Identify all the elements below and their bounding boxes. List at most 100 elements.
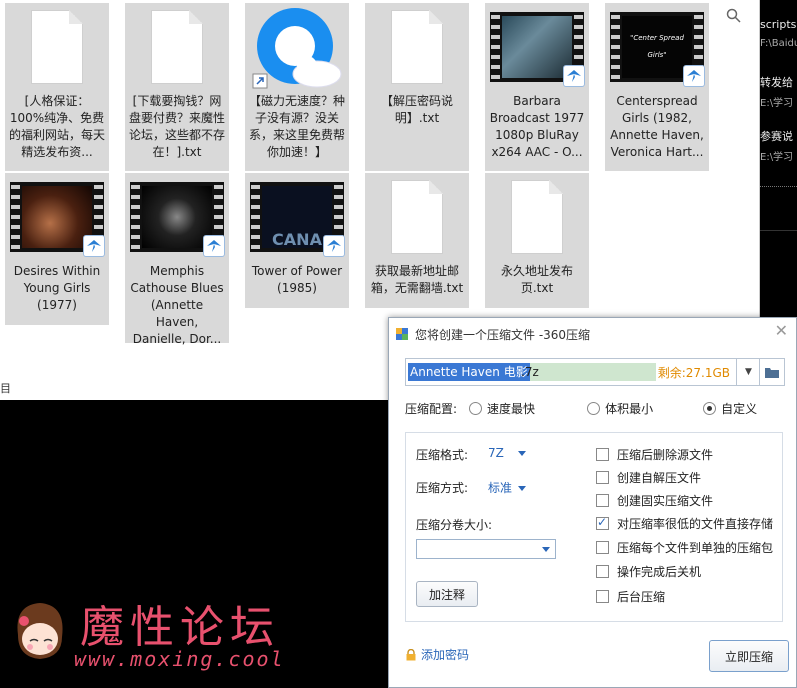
radio-label: 体积最小 <box>605 402 654 416</box>
chevron-down-icon[interactable] <box>537 540 555 558</box>
file-name: [人格保证：100%纯净、免费的福利网站，每天精选发布资... <box>8 94 105 159</box>
config-option-smallest[interactable]: 体积最小 <box>587 400 653 417</box>
status-bar-text: 目 <box>0 382 11 395</box>
checkbox-label: 压缩每个文件到单独的压缩包 <box>617 541 774 555</box>
radio-indicator <box>703 402 717 415</box>
watermark-title: 魔性论坛 <box>80 602 280 653</box>
player-badge-icon <box>203 235 225 257</box>
close-icon[interactable]: ✕ <box>775 321 788 340</box>
checkbox-delete-source[interactable]: 压缩后删除源文件 <box>596 446 713 463</box>
dialog-titlebar[interactable]: 您将创建一个压缩文件 -360压缩 <box>389 318 796 350</box>
config-row: 压缩配置: 速度最快 体积最小 自定义 <box>405 400 757 417</box>
archive-app-icon <box>396 328 408 340</box>
radio-indicator <box>587 402 601 415</box>
file-tile[interactable]: CANA Tower of Power (1985) <box>245 173 349 308</box>
panel-divider <box>760 186 797 187</box>
checkbox-box <box>596 565 609 578</box>
panel-divider <box>760 230 797 231</box>
chevron-down-icon[interactable]: ▼ <box>736 359 760 385</box>
checkbox-box <box>596 541 609 554</box>
checkbox-box <box>596 448 609 461</box>
dialog-title: 您将创建一个压缩文件 -360压缩 <box>415 327 591 342</box>
free-space-label: 剩余:27.1GB <box>657 366 730 380</box>
add-comment-button[interactable]: 加注释 <box>416 581 478 607</box>
checkbox-box <box>596 494 609 507</box>
checkbox-label: 操作完成后关机 <box>617 565 702 579</box>
panel-item-title[interactable]: scripts <box>760 18 797 31</box>
player-badge-icon <box>563 65 585 87</box>
file-tile[interactable]: [人格保证：100%纯净、免费的福利网站，每天精选发布资... <box>5 3 109 171</box>
checkbox-label: 创建固实压缩文件 <box>617 494 714 508</box>
radio-label: 自定义 <box>721 402 758 416</box>
thumb-title: "Center Spread Girls" <box>630 34 684 59</box>
method-label: 压缩方式: <box>416 481 469 495</box>
checkbox-background[interactable]: 后台压缩 <box>596 588 665 605</box>
file-tile[interactable]: 永久地址发布页.txt <box>485 173 589 308</box>
text-file-icon <box>151 10 203 84</box>
method-select[interactable]: 标准 <box>488 479 527 496</box>
compress-dialog: 您将创建一个压缩文件 -360压缩 ✕ Annette Haven 电影 .7z… <box>388 317 797 688</box>
file-tile[interactable]: Desires Within Young Girls (1977) <box>5 173 109 325</box>
player-badge-icon <box>83 235 105 257</box>
text-file-icon <box>391 10 443 84</box>
panel-item-path: E:\学习 <box>760 98 794 109</box>
format-select[interactable]: 7Z <box>488 446 526 460</box>
checkbox-self-extract[interactable]: 创建自解压文件 <box>596 469 701 486</box>
thumb-title: CANA <box>272 230 322 249</box>
checkbox-label: 对压缩率很低的文件直接存储 <box>617 517 774 531</box>
file-tile[interactable]: Barbara Broadcast 1977 1080p BluRay x264… <box>485 3 589 171</box>
file-tile[interactable]: 【解压密码说明】.txt <box>365 3 469 171</box>
text-file-icon <box>511 180 563 254</box>
checkbox-label: 后台压缩 <box>617 590 666 604</box>
checkbox-box <box>596 471 609 484</box>
checkbox-shutdown[interactable]: 操作完成后关机 <box>596 563 701 580</box>
file-tile[interactable]: [下载要掏钱？网盘要付费？来魔性论坛，这些都不存在！].txt <box>125 3 229 171</box>
checkbox-box <box>596 515 609 530</box>
checkbox-box <box>596 590 609 603</box>
text-file-icon <box>391 180 443 254</box>
output-path-input[interactable]: Annette Haven 电影 .7z 剩余:27.1GB ▼ <box>405 358 761 386</box>
file-name: [下载要掏钱？网盘要付费？来魔性论坛，这些都不存在！].txt <box>128 94 225 159</box>
file-name: 【磁力无速度？种子没有源？没关系，来这里免费帮你加速！】 <box>248 94 345 159</box>
player-badge-icon <box>683 65 705 87</box>
checkbox-store-low-ratio[interactable]: 对压缩率很低的文件直接存储 <box>596 515 773 532</box>
radio-indicator <box>469 402 483 415</box>
file-tile[interactable]: 【磁力无速度？种子没有源？没关系，来这里免费帮你加速！】 <box>245 3 349 171</box>
chevron-down-icon <box>517 451 526 456</box>
file-name: Centerspread Girls (1982, Annette Haven,… <box>610 94 704 159</box>
checkbox-solid[interactable]: 创建固实压缩文件 <box>596 492 713 509</box>
method-value: 标准 <box>488 481 513 495</box>
config-option-fastest[interactable]: 速度最快 <box>469 400 535 417</box>
qq-browser-icon <box>252 8 342 89</box>
browse-folder-button[interactable] <box>759 358 785 386</box>
search-icon[interactable] <box>726 8 746 28</box>
add-password-link[interactable]: 添加密码 <box>405 646 469 663</box>
compress-now-button[interactable]: 立即压缩 <box>709 640 789 672</box>
options-panel: 压缩格式: 7Z 压缩方式: 标准 压缩分卷大小: 加注释 压缩后删除源文件 创… <box>405 432 783 622</box>
panel-item-title[interactable]: 转发给 <box>760 74 797 90</box>
add-password-label: 添加密码 <box>421 648 470 662</box>
panel-item-path: F:\Baidu <box>760 38 797 49</box>
file-tile[interactable]: Memphis Cathouse Blues (Annette Haven, D… <box>125 173 229 346</box>
config-label: 压缩配置: <box>405 402 458 416</box>
file-name: 永久地址发布页.txt <box>500 264 573 295</box>
file-name: Tower of Power (1985) <box>251 264 343 295</box>
path-selected-text: Annette Haven 电影 <box>408 363 530 381</box>
file-name: Desires Within Young Girls (1977) <box>13 264 101 312</box>
file-name: 获取最新地址邮箱，无需翻墙.txt <box>370 264 464 295</box>
split-size-label: 压缩分卷大小: <box>416 518 493 532</box>
chevron-down-icon <box>518 486 527 491</box>
lock-icon <box>406 648 416 660</box>
radio-label: 速度最快 <box>487 402 536 416</box>
file-tile[interactable]: "Center Spread Girls" Centerspread Girls… <box>605 3 709 171</box>
text-file-icon <box>31 10 83 84</box>
file-tile[interactable]: 获取最新地址邮箱，无需翻墙.txt <box>365 173 469 308</box>
file-name: Barbara Broadcast 1977 1080p BluRay x264… <box>489 94 585 159</box>
config-option-custom[interactable]: 自定义 <box>703 400 757 417</box>
output-path-row: Annette Haven 电影 .7z 剩余:27.1GB ▼ <box>405 358 785 386</box>
mascot-icon <box>17 603 63 659</box>
split-size-select[interactable] <box>416 539 556 559</box>
checkbox-separate-archives[interactable]: 压缩每个文件到单独的压缩包 <box>596 539 773 556</box>
format-value: 7Z <box>488 446 504 460</box>
panel-item-title[interactable]: 参赛说 <box>760 128 797 144</box>
